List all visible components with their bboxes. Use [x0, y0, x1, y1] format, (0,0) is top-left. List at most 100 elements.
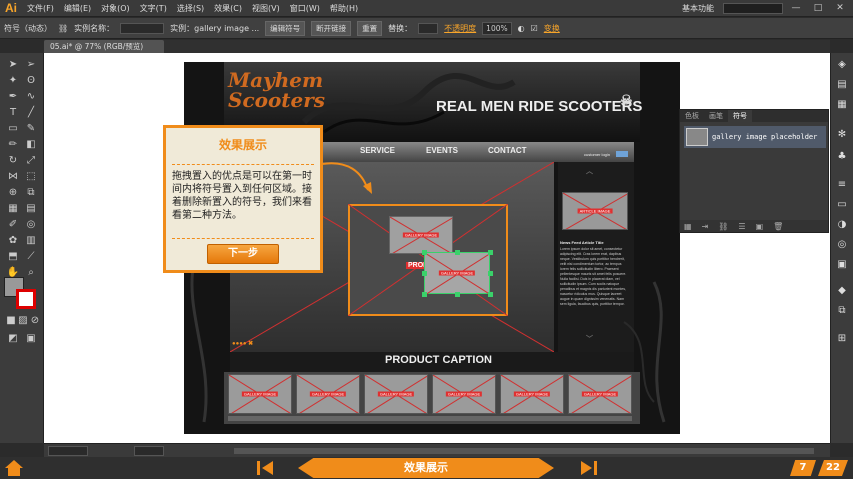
eraser-tool-icon[interactable]: ◧	[24, 139, 38, 151]
symbol-options-icon[interactable]: ☰	[738, 222, 745, 231]
gallery-row-item[interactable]: GALLERY IMAGE	[228, 374, 292, 414]
width-tool-icon[interactable]: ⋈	[6, 171, 20, 183]
graphic-styles-icon[interactable]: ▣	[835, 259, 849, 271]
appearance-panel-icon[interactable]: ◎	[835, 239, 849, 251]
lasso-icon[interactable]: ʘ	[24, 75, 38, 87]
menu-window[interactable]: 窗口(W)	[285, 0, 325, 17]
brushes-panel-icon[interactable]: ✻	[835, 129, 849, 141]
gallery-row-item[interactable]: GALLERY IMAGE	[568, 374, 632, 414]
gallery-row-item[interactable]: GALLERY IMAGE	[432, 374, 496, 414]
selection-handle[interactable]	[488, 250, 493, 255]
gradient-tool-icon[interactable]: ▤	[24, 203, 38, 215]
eyedropper-icon[interactable]: ✐	[6, 219, 20, 231]
curvature-icon[interactable]: ∿	[24, 91, 38, 103]
reset-button[interactable]: 重置	[357, 20, 383, 36]
selection-handle[interactable]	[455, 292, 460, 297]
menu-file[interactable]: 文件(F)	[22, 0, 59, 17]
new-symbol-icon[interactable]: ▣	[756, 222, 764, 231]
menu-view[interactable]: 视图(V)	[247, 0, 285, 17]
swatches-panel-icon[interactable]: ▦	[835, 99, 849, 111]
brush-tool-icon[interactable]: ✎	[24, 123, 38, 135]
none-mode-icon[interactable]: ⊘	[28, 315, 42, 327]
edit-symbol-button[interactable]: 编辑符号	[265, 20, 306, 36]
gallery-scrollbar[interactable]	[228, 416, 632, 421]
layers-panel-icon[interactable]: ◆	[835, 285, 849, 297]
zoom-tool-icon[interactable]: ⌕	[24, 267, 38, 279]
gallery-placeholder-selected[interactable]: GALLERY IMAGE	[422, 250, 493, 297]
selection-handle[interactable]	[488, 271, 493, 276]
scroll-up-icon[interactable]: ︿	[586, 166, 593, 176]
horizontal-scrollbar[interactable]	[234, 448, 814, 454]
color-panel-icon[interactable]: ◈	[835, 59, 849, 71]
selection-handle[interactable]	[422, 250, 427, 255]
scroll-down-icon[interactable]: ﹀	[586, 334, 593, 344]
symbol-sprayer-icon[interactable]: ✿	[6, 235, 20, 247]
magic-wand-icon[interactable]: ✦	[6, 75, 20, 87]
minimize-icon[interactable]: —	[787, 2, 805, 14]
selection-handle[interactable]	[488, 292, 493, 297]
tab-symbols[interactable]: 符号	[728, 110, 752, 122]
replace-select[interactable]	[418, 22, 439, 34]
graph-tool-icon[interactable]: ▥	[24, 235, 38, 247]
free-transform-icon[interactable]: ⬚	[24, 171, 38, 183]
menu-object[interactable]: 对象(O)	[96, 0, 135, 17]
perspective-icon[interactable]: ⧉	[24, 187, 38, 199]
symbol-library-icon[interactable]: ▦	[684, 222, 692, 231]
gallery-row-item[interactable]: GALLERY IMAGE	[500, 374, 564, 414]
stroke-swatch[interactable]	[16, 289, 36, 309]
workspace-switcher[interactable]: 基本功能	[677, 0, 719, 17]
color-guide-icon[interactable]: ▤	[835, 79, 849, 91]
break-link-button[interactable]: 断开链接	[311, 20, 352, 36]
slice-tool-icon[interactable]: ⟋	[24, 251, 38, 263]
menu-help[interactable]: 帮助(H)	[325, 0, 363, 17]
line-tool-icon[interactable]: ╱	[24, 107, 38, 119]
type-tool-icon[interactable]: T	[6, 107, 20, 119]
gallery-row-item[interactable]: GALLERY IMAGE	[296, 374, 360, 414]
draw-mode-icon[interactable]: ◩	[6, 333, 20, 345]
close-icon[interactable]: ✕	[831, 2, 849, 14]
selection-handle[interactable]	[422, 292, 427, 297]
document-tab[interactable]: 05.ai* @ 77% (RGB/预览)	[44, 40, 164, 53]
search-input[interactable]	[723, 2, 783, 14]
gradient-panel-icon[interactable]: ▭	[835, 199, 849, 211]
tab-brushes[interactable]: 画笔	[704, 110, 728, 122]
maximize-icon[interactable]: □	[809, 2, 827, 14]
selection-handle[interactable]	[422, 271, 427, 276]
instance-name-input[interactable]	[120, 22, 165, 34]
rotate-tool-icon[interactable]: ↻	[6, 155, 20, 167]
pencil-tool-icon[interactable]: ✏	[6, 139, 20, 151]
customer-login[interactable]: customer login	[584, 152, 610, 157]
mesh-tool-icon[interactable]: ▦	[6, 203, 20, 215]
delete-symbol-icon[interactable]: 🗑	[773, 222, 783, 231]
pen-tool-icon[interactable]: ✒	[6, 91, 20, 103]
transparency-panel-icon[interactable]: ◑	[835, 219, 849, 231]
checkbox-icon[interactable]: ☑	[531, 24, 538, 33]
opacity-link[interactable]: 不透明度	[444, 23, 476, 34]
previous-page-icon[interactable]	[256, 460, 274, 476]
next-page-icon[interactable]	[580, 460, 598, 476]
selection-tool-icon[interactable]: ➤	[6, 59, 20, 71]
stroke-panel-icon[interactable]: ≡	[835, 179, 849, 191]
selection-handle[interactable]	[455, 250, 460, 255]
symbols-panel-icon[interactable]: ♣	[835, 151, 849, 163]
place-symbol-icon[interactable]: ⇥	[702, 222, 709, 231]
symbol-list-item[interactable]: gallery image placeholder	[684, 126, 826, 148]
menu-edit[interactable]: 编辑(E)	[59, 0, 96, 17]
home-icon[interactable]	[4, 459, 24, 477]
login-button[interactable]	[616, 151, 628, 157]
screen-mode-icon[interactable]: ▣	[24, 333, 38, 345]
transform-link[interactable]: 变换	[544, 23, 560, 34]
shape-builder-icon[interactable]: ⊕	[6, 187, 20, 199]
artboard-navigator[interactable]	[134, 446, 164, 456]
scale-tool-icon[interactable]: ⤢	[24, 155, 38, 167]
nav-events[interactable]: EVENTS	[426, 146, 458, 155]
artboard-tool-icon[interactable]: ⬒	[6, 251, 20, 263]
gallery-placeholder-original[interactable]: GALLERY IMAGE	[389, 216, 453, 254]
nav-contact[interactable]: CONTACT	[488, 146, 527, 155]
menu-select[interactable]: 选择(S)	[172, 0, 209, 17]
zoom-field[interactable]	[48, 446, 88, 456]
opacity-input[interactable]: 100%	[482, 21, 512, 35]
menu-type[interactable]: 文字(T)	[135, 0, 172, 17]
menu-effect[interactable]: 效果(C)	[209, 0, 247, 17]
rectangle-tool-icon[interactable]: ▭	[6, 123, 20, 135]
